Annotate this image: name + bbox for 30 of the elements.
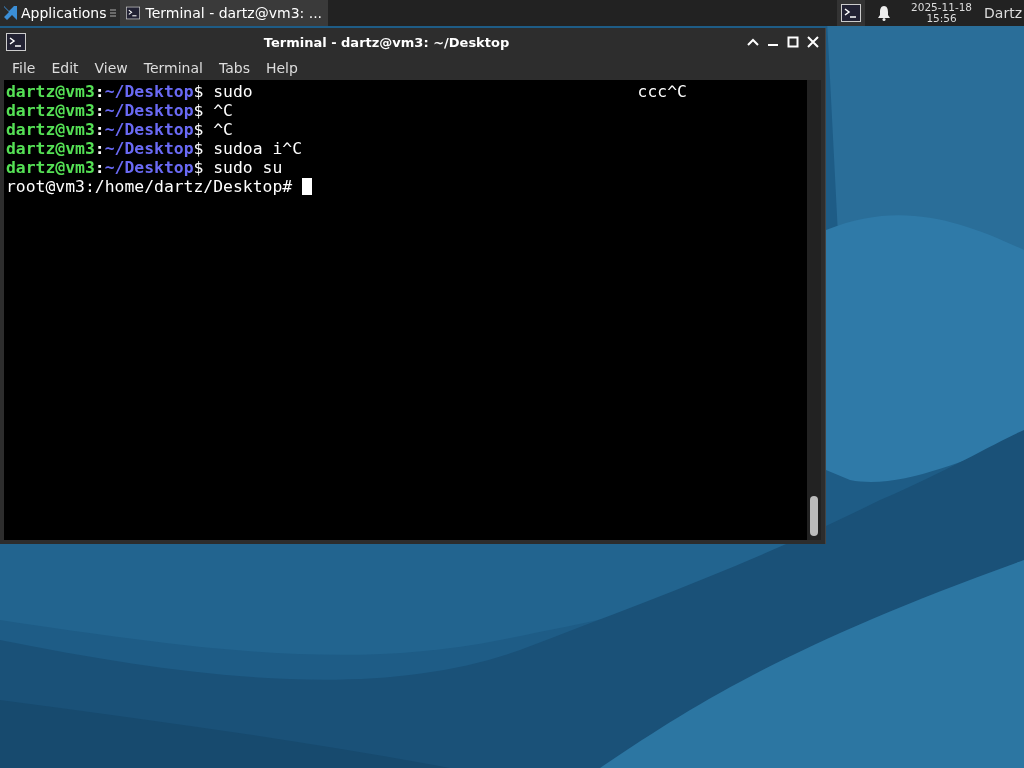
terminal-line: dartz@vm3:~/Desktop$ sudoa i^C (6, 139, 303, 158)
terminal-launcher[interactable] (837, 0, 865, 26)
user-name[interactable]: Dartz (980, 5, 1024, 21)
bell-icon[interactable] (877, 5, 891, 21)
close-button[interactable] (807, 36, 819, 48)
taskbar-button[interactable]: Terminal - dartz@vm3: ... (119, 0, 329, 26)
logo-icon (2, 5, 18, 21)
terminal-line: root@vm3:/home/dartz/Desktop# (6, 177, 293, 196)
scrollbar-thumb[interactable] (810, 496, 818, 536)
terminal-line: dartz@vm3:~/Desktop$ ^C (6, 120, 233, 139)
terminal-line: dartz@vm3:~/Desktop$ ^C (6, 101, 233, 120)
terminal-icon (6, 33, 26, 51)
applications-menu[interactable]: Applications (0, 0, 120, 26)
menu-item[interactable]: Tabs (210, 60, 258, 76)
shade-button[interactable] (747, 37, 759, 47)
scrollbar[interactable] (807, 80, 821, 540)
menu-item[interactable]: File (4, 60, 44, 76)
terminal-line: dartz@vm3:~/Desktop$ sudo (6, 82, 253, 101)
terminal-line: dartz@vm3:~/Desktop$ sudo su (6, 158, 283, 177)
terminal-icon (125, 4, 140, 22)
maximize-button[interactable] (787, 36, 799, 48)
menu-item[interactable]: Help (257, 60, 306, 76)
menu-item[interactable]: View (86, 60, 136, 76)
menu-item[interactable]: Terminal (135, 60, 211, 76)
terminal-text: ccc^C (637, 82, 688, 101)
window-title: Terminal - dartz@vm3: ~/Desktop (262, 34, 511, 50)
handle-icon (109, 9, 116, 17)
menu-item[interactable]: Edit (43, 60, 87, 76)
terminal-icon (841, 4, 861, 22)
clock[interactable]: 2025-11-18 15:56 (903, 2, 981, 24)
